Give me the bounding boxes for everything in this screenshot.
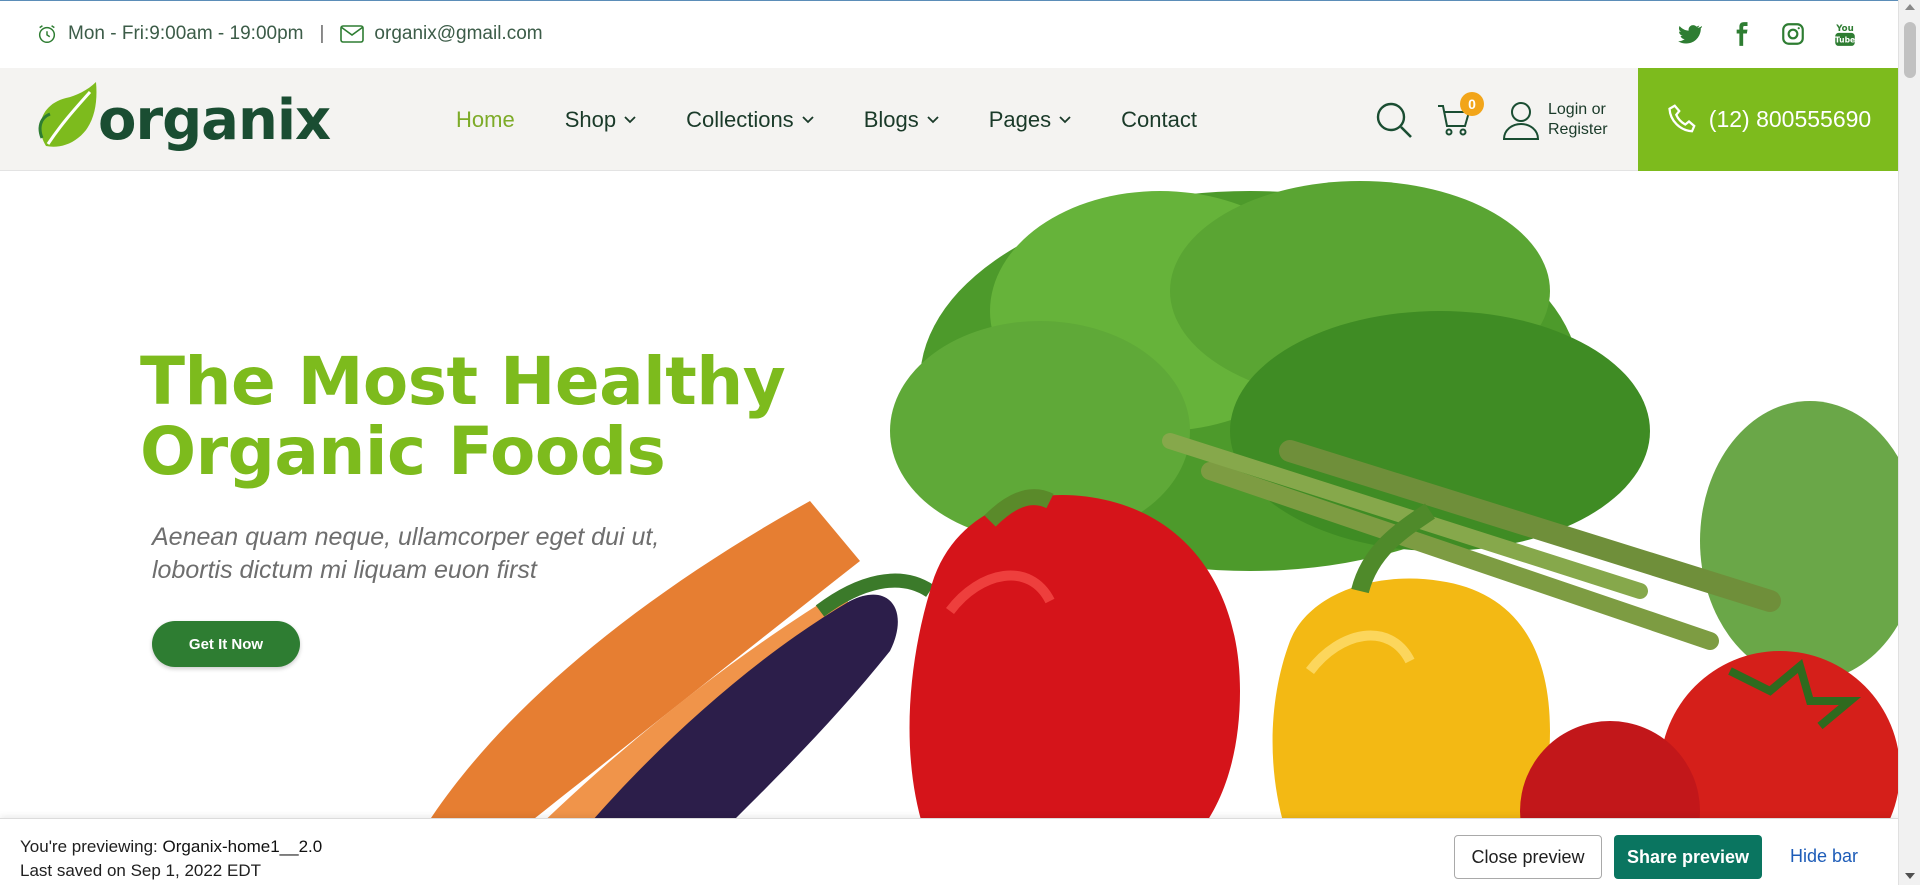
nav-home-label: Home: [456, 106, 515, 132]
scroll-up-arrow-icon[interactable]: [1905, 4, 1915, 10]
previewing-line: You're previewing: Organix-home1__2.0: [20, 835, 322, 859]
hero-title-line-2: Organic Foods: [140, 413, 666, 490]
user-icon: [1502, 101, 1540, 140]
search-icon[interactable]: [1374, 100, 1414, 140]
main-header: organix Home Shop Collections Blogs Page…: [0, 68, 1898, 171]
last-saved-text: Last saved on Sep 1, 2022 EDT: [20, 861, 261, 880]
nav-home[interactable]: Home: [456, 107, 515, 133]
site-logo[interactable]: organix: [36, 81, 331, 159]
login-text: Login or Register: [1548, 100, 1608, 140]
svg-text:You: You: [1835, 24, 1854, 34]
phone-number: (12) 800555690: [1708, 106, 1872, 132]
clock-icon: [36, 23, 58, 45]
svg-text:Tube: Tube: [1835, 36, 1855, 45]
nav-blogs-label: Blogs: [863, 106, 919, 132]
hero-subtitle-line-1: Aenean quam neque, ullamcorper eget dui …: [152, 523, 660, 551]
youtube-icon[interactable]: You Tube: [1832, 21, 1858, 47]
nav-contact[interactable]: Contact: [1121, 107, 1197, 133]
instagram-icon[interactable]: [1780, 21, 1806, 47]
theme-preview-bar: You're previewing: Organix-home1__2.0 La…: [0, 818, 1898, 885]
facebook-icon[interactable]: [1728, 21, 1754, 47]
close-preview-button[interactable]: Close preview: [1454, 835, 1602, 879]
login-register-link[interactable]: Login or Register: [1502, 100, 1608, 140]
main-navigation: Home Shop Collections Blogs Pages Contac…: [456, 68, 1197, 171]
hero-title-line-1: The Most Healthy: [140, 343, 786, 420]
chevron-down-icon: [1059, 115, 1071, 123]
nav-pages-label: Pages: [988, 106, 1052, 132]
contact-info: Mon - Fri:9:00am - 19:00pm | organix@gma…: [36, 23, 543, 45]
nav-shop[interactable]: Shop: [565, 107, 636, 133]
preview-info: You're previewing: Organix-home1__2.0 La…: [20, 835, 322, 883]
theme-name: Organix-home1__2.0: [162, 837, 323, 856]
hero-banner: The Most Healthy Organic Foods Aenean qu…: [0, 171, 1898, 885]
chevron-down-icon: [624, 115, 636, 123]
top-info-bar: Mon - Fri:9:00am - 19:00pm | organix@gma…: [0, 0, 1898, 68]
hero-title: The Most Healthy Organic Foods: [140, 347, 820, 487]
register-line: Register: [1548, 120, 1608, 138]
hero-subtitle-line-2: lobortis dictum mi liquam euon first: [152, 556, 537, 584]
scrollbar-thumb[interactable]: [1904, 22, 1916, 78]
get-it-now-button[interactable]: Get It Now: [152, 621, 300, 667]
business-hours: Mon - Fri:9:00am - 19:00pm: [68, 23, 304, 44]
nav-pages[interactable]: Pages: [989, 107, 1071, 133]
chevron-down-icon: [802, 115, 814, 123]
login-line: Login or: [1548, 100, 1606, 118]
email-link[interactable]: organix@gmail.com: [374, 23, 542, 45]
header-actions: 0 Login or Register: [1374, 68, 1608, 171]
social-links: You Tube: [1676, 21, 1858, 47]
separator: |: [319, 23, 325, 44]
previewing-label: You're previewing:: [20, 837, 158, 856]
page-scrollbar[interactable]: [1898, 0, 1920, 885]
leaf-logo-icon: [36, 81, 102, 159]
chevron-down-icon: [927, 115, 939, 123]
phone-icon: [1668, 103, 1696, 132]
scroll-down-arrow-icon[interactable]: [1905, 873, 1915, 879]
cart-button[interactable]: 0: [1436, 91, 1484, 138]
cart-count-badge: 0: [1460, 91, 1484, 116]
nav-blogs[interactable]: Blogs: [864, 107, 939, 133]
logo-wordmark: organix: [98, 87, 331, 153]
mail-icon: [340, 25, 365, 43]
phone-call-button[interactable]: (12) 800555690: [1638, 68, 1898, 171]
nav-contact-label: Contact: [1121, 106, 1197, 132]
hero-subtitle: Aenean quam neque, ullamcorper eget dui …: [152, 521, 772, 587]
nav-collections-label: Collections: [686, 106, 794, 132]
twitter-icon[interactable]: [1676, 21, 1704, 47]
nav-shop-label: Shop: [564, 106, 617, 132]
nav-collections[interactable]: Collections: [686, 107, 814, 133]
hide-bar-link[interactable]: Hide bar: [1790, 846, 1858, 867]
share-preview-button[interactable]: Share preview: [1614, 835, 1762, 879]
